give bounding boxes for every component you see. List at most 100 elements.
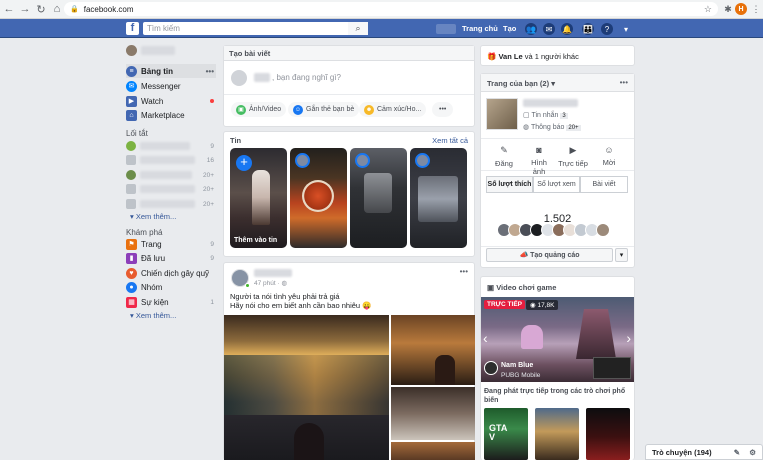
- shortcut-item[interactable]: 20+: [126, 168, 216, 182]
- game-card-dead-by-daylight[interactable]: [586, 408, 630, 460]
- more-options-icon[interactable]: •••: [206, 67, 214, 76]
- page-action-invite[interactable]: ☺ Mời: [594, 145, 624, 167]
- story-card[interactable]: [350, 148, 407, 248]
- shortcut-item[interactable]: 16: [126, 153, 216, 167]
- page-name-redacted[interactable]: [523, 99, 578, 107]
- forward-icon[interactable]: →: [18, 2, 32, 16]
- page-notifications[interactable]: ◍ Thông báo 20+: [523, 123, 581, 131]
- page-action-live[interactable]: ▶ Trực tiếp: [558, 145, 588, 168]
- profile-link[interactable]: [436, 24, 456, 34]
- home-icon[interactable]: ⌂: [50, 2, 64, 16]
- feeling-activity-button[interactable]: ☻ Cảm xúc/Ho...: [359, 102, 427, 117]
- poster-name-redacted[interactable]: [254, 269, 292, 277]
- chat-label: Trò chuyện (194): [652, 447, 712, 457]
- story-avatar: [295, 153, 310, 168]
- address-bar[interactable]: 🔒 facebook.com ☆: [64, 2, 718, 16]
- story-card[interactable]: [410, 148, 467, 248]
- profile-name-redacted: [141, 46, 175, 55]
- gear-icon[interactable]: ⚙: [749, 448, 756, 457]
- pages-options-icon[interactable]: •••: [620, 78, 628, 87]
- sidebar-item-messenger[interactable]: ✉ Messenger: [126, 79, 216, 93]
- carousel-next-icon[interactable]: ›: [626, 330, 631, 346]
- promote-button[interactable]: 📣 Tạo quảng cáo: [486, 248, 613, 262]
- composer-title: Tạo bài viết: [229, 49, 271, 58]
- extensions-icon[interactable]: ✱: [722, 3, 734, 15]
- sidebar-item-fundraisers[interactable]: ♥ Chiến dịch gây quỹ: [126, 266, 216, 280]
- profile-avatar-icon[interactable]: H: [735, 3, 747, 15]
- sidebar-item-news-feed[interactable]: ≡ Bảng tin •••: [126, 64, 216, 78]
- see-more-explore-link[interactable]: ▾ Xem thêm...: [130, 311, 176, 320]
- character-figure: [521, 325, 543, 349]
- left-profile[interactable]: [126, 45, 175, 56]
- megaphone-icon: 📣: [519, 252, 529, 259]
- sidebar-item-saved[interactable]: ▮ Đã lưu 9: [126, 251, 216, 265]
- birthday-text: 🎁 Van Le và 1 người khác: [487, 52, 579, 61]
- see-all-stories-link[interactable]: Xem tất cả: [432, 136, 468, 145]
- help-icon[interactable]: ?: [601, 23, 613, 35]
- live-video-thumbnail[interactable]: TRỰC TIẾP ◉ 17,8K ‹ › Nam Blue PUBG Mobi…: [481, 297, 634, 382]
- search-icon[interactable]: ⌕: [348, 22, 368, 35]
- photo-video-button[interactable]: ▣ Ảnh/Video: [231, 102, 287, 117]
- sidebar-item-label: Marketplace: [141, 110, 185, 120]
- page-action-photo[interactable]: ◙ Hình ảnh: [524, 145, 554, 176]
- pages-heading[interactable]: Trang của bạn (2) ▾: [487, 79, 555, 88]
- bookmark-icon: ▮: [126, 252, 137, 264]
- composer-header: Tạo bài viết: [224, 46, 474, 61]
- birthday-card[interactable]: 🎁 Van Le và 1 người khác: [480, 45, 635, 66]
- carousel-prev-icon[interactable]: ‹: [483, 330, 488, 346]
- page-avatar[interactable]: [486, 98, 518, 130]
- streamer-avatar[interactable]: [484, 361, 498, 375]
- create-link[interactable]: Tạo: [503, 24, 516, 33]
- shortcut-item[interactable]: 20+: [126, 197, 216, 211]
- compose-icon[interactable]: ✎: [734, 448, 740, 457]
- page-inbox[interactable]: ▢ Tin nhắn 3: [523, 111, 568, 119]
- back-icon[interactable]: ←: [2, 2, 16, 16]
- sidebar-item-watch[interactable]: ▶ Watch: [126, 94, 216, 108]
- chat-sidebar-bar[interactable]: Trò chuyện (194) ✎ ⚙: [645, 444, 763, 460]
- url-text: facebook.com: [83, 4, 134, 14]
- page-action-post[interactable]: ✎ Đăng: [489, 145, 519, 168]
- promote-dropdown-icon[interactable]: ▾: [615, 248, 628, 262]
- reload-icon[interactable]: ↻: [34, 2, 48, 16]
- story-card[interactable]: [290, 148, 347, 248]
- sidebar-item-pages[interactable]: ⚑ Trang 9: [126, 237, 216, 251]
- sidebar-item-label: Watch: [141, 96, 164, 106]
- streamer-cam: [593, 357, 631, 379]
- friend-requests-icon[interactable]: 👥: [525, 23, 537, 35]
- eye-icon: ◉: [530, 302, 536, 309]
- invite-icon: ☺: [604, 145, 614, 155]
- game-name[interactable]: PUBG Mobile: [501, 372, 540, 379]
- sidebar-item-marketplace[interactable]: ⌂ Marketplace: [126, 108, 216, 122]
- groups-icon[interactable]: 👪: [582, 23, 594, 35]
- add-story-card[interactable]: + Thêm vào tin: [230, 148, 287, 248]
- sidebar-item-label: Bảng tin: [141, 66, 173, 76]
- post-options-icon[interactable]: •••: [460, 267, 468, 276]
- account-menu-icon[interactable]: ▾: [620, 23, 632, 35]
- game-card-gta[interactable]: GTA V: [484, 408, 528, 460]
- sidebar-item-events[interactable]: ▦ Sự kiện 1: [126, 295, 216, 309]
- home-link[interactable]: Trang chủ: [462, 24, 498, 33]
- browser-menu-icon[interactable]: ⋮: [750, 3, 762, 15]
- see-more-shortcuts-link[interactable]: ▾ Xem thêm...: [130, 212, 176, 221]
- shortcut-item[interactable]: 20+: [126, 182, 216, 196]
- streamer-name[interactable]: Nam Blue: [501, 362, 533, 369]
- search-input[interactable]: Tìm kiếm ⌕: [143, 22, 368, 35]
- tag-friends-button[interactable]: ☺ Gắn thẻ bạn bè: [288, 102, 360, 117]
- post-photo[interactable]: [391, 387, 475, 440]
- messenger-icon[interactable]: ✉: [543, 23, 555, 35]
- post-photo[interactable]: [224, 315, 389, 460]
- bookmark-star-icon[interactable]: ☆: [704, 4, 712, 15]
- post-photo[interactable]: [391, 442, 475, 460]
- gift-icon: 🎁: [487, 52, 497, 61]
- post-photo[interactable]: [391, 315, 475, 385]
- composer-input[interactable]: , bạn đang nghĩ gì?: [254, 73, 341, 82]
- tab-views[interactable]: Số lượt xem: [533, 176, 580, 193]
- tab-posts[interactable]: Bài viết: [580, 176, 628, 193]
- sidebar-item-groups[interactable]: ● Nhóm: [126, 280, 216, 294]
- composer-more-button[interactable]: •••: [432, 102, 454, 117]
- notifications-icon[interactable]: 🔔: [561, 23, 573, 35]
- shortcut-item[interactable]: 9: [126, 139, 216, 153]
- facebook-logo-icon[interactable]: f: [126, 22, 139, 35]
- game-card-pubg[interactable]: [535, 408, 579, 460]
- tab-likes[interactable]: Số lượt thích: [486, 176, 533, 193]
